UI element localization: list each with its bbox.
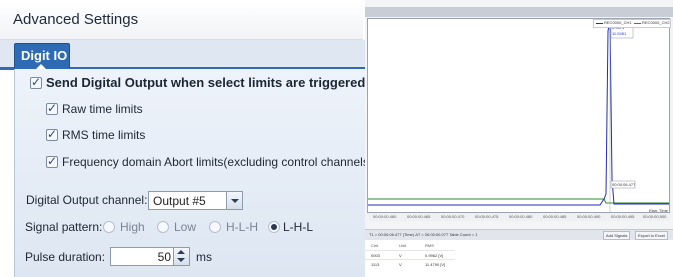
tab-digit-io[interactable]: Digit IO [14,43,70,69]
pulse-duration-value: 50 [157,250,171,264]
legend-swatch-ch1 [596,23,603,24]
pattern-radio-lhl[interactable] [268,221,280,233]
table-cell: V [399,262,402,267]
marker-bottom-value: 00:00:06.477 [612,182,636,187]
table-cell: 11.4790 [V] [425,262,446,267]
advanced-settings-panel: Advanced Settings Digit IO Send Digital … [0,0,365,277]
spin-down-icon[interactable] [177,258,185,262]
x-axis-ticks: 00:00:00.460 00:00:00.465 00:00:00.470 0… [367,213,670,221]
tab-strip: Digit IO [0,40,365,70]
channel-dropdown[interactable]: Output #5 [148,191,243,210]
table-cell: 0.9962 [V] [425,253,444,258]
signal-plot[interactable]: 0.9671 11.0451 00:00:06.477 Elan. Time R… [367,18,671,214]
pattern-radio-hlh[interactable] [209,221,221,233]
pattern-label: Signal pattern: [25,220,103,234]
table-header-rms: RMS [425,243,434,248]
pattern-option-low: Low [174,220,197,234]
export-excel-button[interactable]: Export to Excel [635,231,668,240]
send-output-label: Send Digital Output when select limits a… [46,75,365,90]
pulse-duration-stepper[interactable]: 50 [110,247,190,266]
pattern-option-hlh: H-L-H [226,220,258,234]
table-divider [365,259,455,260]
pattern-option-lhl: L-H-L [283,220,314,234]
x-tick-label: 00:00:00.470 [441,214,465,219]
dialog-title: Advanced Settings [13,11,139,28]
signal-chart-panel: 0.9671 11.0451 00:00:06.477 Elan. Time R… [365,0,673,277]
add-signals-button[interactable]: Add Signals [603,231,631,240]
raw-time-label: Raw time limits [62,102,143,116]
table-cell: 1113 [371,262,380,267]
series-ch1-line [368,20,669,206]
legend-ch1: REC0000_CH1 [604,20,632,25]
channel-label: Digital Output channel: [26,193,148,207]
series-ch2-line [368,198,669,204]
table-divider [365,250,455,251]
x-tick-label: 00:00:00.495 [611,214,635,219]
x-tick-label: 00:00:00.490 [577,214,601,219]
raw-time-checkbox[interactable] [46,101,58,115]
x-tick-label: 00:00:00.460 [373,214,397,219]
rms-time-label: RMS time limits [62,128,146,142]
chevron-down-icon[interactable] [226,192,242,209]
x-tick-label: 00:00:00.485 [543,214,567,219]
digit-io-content: Send Digital Output when select limits a… [14,69,365,277]
signal-table: Ch# Unit RMS 0003 V 0.9962 [V] 1113 V 11… [365,240,673,277]
x-tick-label: 00:00:00.500 [643,214,667,219]
dialog-title-bar: Advanced Settings [0,0,363,40]
pattern-option-high: High [120,220,145,234]
signal-plot-svg: 0.9671 11.0451 00:00:06.477 Elan. Time [368,19,669,214]
pattern-radio-low[interactable] [157,221,169,233]
x-tick-label: 00:00:00.465 [407,214,431,219]
table-cell: 0003 [371,253,380,258]
freq-domain-label: Frequency domain Abort limits(excluding … [62,155,365,169]
channel-value: Output #5 [153,194,206,208]
pattern-radio-high[interactable] [103,221,115,233]
spin-up-icon[interactable] [177,250,185,254]
legend-ch2: REC0000_CH2 [642,20,670,25]
chart-legend: REC0000_CH1 REC0000_CH2 [593,19,671,28]
rms-time-checkbox[interactable] [46,127,58,141]
x-tick-label: 00:00:00.480 [509,214,533,219]
pulse-unit: ms [196,250,212,264]
freq-domain-checkbox[interactable] [46,154,58,168]
table-header-ch: Ch# [371,243,379,248]
cursor-status-text: T1 = 00:00:06.477 (Time) ΔT = 00:00:00.0… [369,232,478,237]
send-output-checkbox[interactable] [30,75,42,89]
tab-digit-io-label: Digit IO [21,48,68,63]
legend-swatch-ch2 [634,23,641,24]
marker-top-value-2: 11.0451 [612,31,627,36]
x-tick-label: 00:00:00.475 [475,214,499,219]
spinner-buttons[interactable] [173,248,189,265]
table-cell: V [399,253,402,258]
table-header-unit: Unit [399,243,407,248]
chart-toolbar [365,7,673,17]
pulse-label: Pulse duration: [25,250,106,264]
